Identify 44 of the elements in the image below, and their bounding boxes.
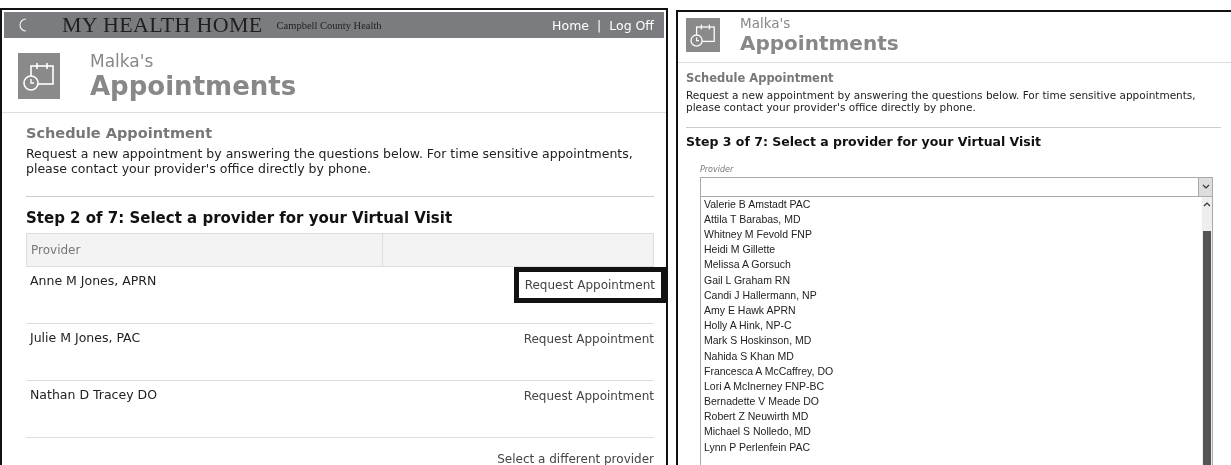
- page-title: Appointments: [90, 71, 297, 101]
- intro-text: Request a new appointment by answering the questions below. For time sensitive appointments, please contact your provider's office directly by phone.: [686, 88, 1221, 128]
- provider-name: Nathan D Tracey DO: [30, 386, 157, 402]
- provider-name: Julie M Jones, PAC: [30, 329, 141, 345]
- provider-option[interactable]: Whitney M Fevold FNP: [704, 227, 1202, 243]
- provider-option[interactable]: Holly A Hink, NP-C: [704, 318, 1202, 334]
- provider-option[interactable]: Nahida S Khan MD: [704, 348, 1202, 364]
- chevron-down-icon[interactable]: [1198, 177, 1212, 196]
- provider-option[interactable]: Lori A McInerney FNP-BC: [704, 378, 1202, 395]
- provider-option[interactable]: Valerie B Amstadt PAC: [704, 196, 1202, 212]
- step-heading: Step 2 of 7: Select a provider for your Virtual Visit: [26, 208, 454, 227]
- provider-option[interactable]: Melissa A Gorsuch: [704, 257, 1202, 273]
- provider-option[interactable]: Attila T Barabas, MD: [704, 211, 1202, 227]
- nav-link[interactable]: Log Off: [609, 17, 654, 33]
- provider-option[interactable]: Robert Z Neuwirth MD: [704, 409, 1202, 425]
- provider-option[interactable]: Amy E Hawk APRN: [704, 302, 1202, 319]
- owner-name: Malka's: [740, 16, 792, 32]
- calendar-clock-icon: [18, 53, 60, 100]
- provider-option[interactable]: Francesca A McCaffrey, DO: [704, 363, 1202, 379]
- provider-option[interactable]: Michael S Nolledo, MD: [704, 424, 1202, 440]
- field-label: Provider: [700, 164, 735, 174]
- scrollbar[interactable]: [1202, 196, 1212, 465]
- provider-name: Anne M Jones, APRN: [30, 272, 157, 288]
- provider-option[interactable]: Gail L Graham RN: [704, 272, 1202, 288]
- page-title: Appointments: [740, 31, 899, 54]
- intro-text: Request a new appointment by answering the questions below. For time sensitive appointments, please contact your provider's office directly by phone.: [26, 147, 654, 197]
- provider-option[interactable]: Mark S Hoskinson, MD: [704, 333, 1202, 349]
- request-appointment-link[interactable]: Request Appointment: [513, 266, 666, 303]
- nav-link[interactable]: Home: [552, 17, 589, 33]
- owner-name: Malka's: [90, 52, 155, 72]
- provider-option[interactable]: Heidi M Gillette: [704, 242, 1202, 258]
- section-title: Schedule Appointment: [686, 70, 835, 85]
- chevron-up-icon[interactable]: [1203, 200, 1211, 207]
- organization-name: Campbell County Health: [276, 19, 382, 31]
- column-header: Provider: [27, 233, 383, 266]
- step-heading: Step 3 of 7: Select a provider for your Virtual Visit: [686, 133, 1043, 149]
- provider-option[interactable]: Bernadette V Meade DO: [704, 394, 1202, 410]
- section-title: Schedule Appointment: [26, 125, 214, 142]
- calendar-clock-icon: [686, 17, 720, 52]
- provider-option[interactable]: Candi J Hallermann, NP: [704, 287, 1202, 303]
- site-logo: MY HEALTH HOME: [62, 12, 263, 38]
- select-different-provider-link[interactable]: Select a different provider: [497, 451, 654, 465]
- provider-option[interactable]: Lynn P Perlenfein PAC: [704, 439, 1202, 455]
- link-separator: |: [597, 17, 602, 33]
